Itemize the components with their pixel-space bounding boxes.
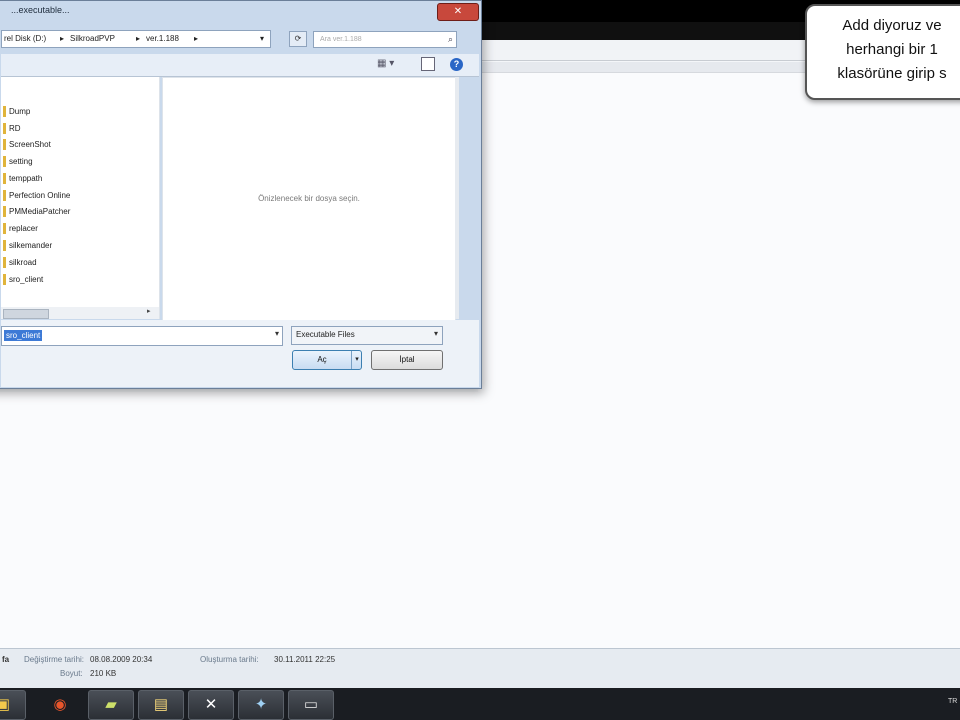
folder-icon [3,156,6,168]
open-button-label: Aç [317,355,327,364]
folder-icon [3,123,6,135]
nav-item-temppath[interactable]: temppath [3,172,42,186]
nav-item-perfection-online[interactable]: Perfection Online [3,189,70,203]
created-value: 30.11.2011 22:25 [274,655,336,664]
folder-icon [3,240,6,252]
window-icon: ▭ [303,696,319,713]
scroll-right-icon[interactable]: ▸ [147,307,151,315]
view-options-icon[interactable]: ▦ ▾ [377,58,394,69]
background-window-content-left [0,392,478,648]
tutorial-callout: Add diyoruz ve herhangi bir 1 klasörüne … [805,4,960,100]
taskbar-browser[interactable]: ◉ [37,690,83,720]
nav-item-silkemander[interactable]: silkemander [3,239,52,253]
explorer-icon: ▣ [0,696,11,713]
filename-value: sro_client [4,330,43,341]
folder-icon [3,106,6,118]
folder-icon [3,173,6,185]
filetype-value: Executable Files [296,330,355,339]
chevron-down-icon[interactable]: ▾ [275,329,279,338]
pdf-icon: ✕ [204,696,218,713]
nav-item-screenshot[interactable]: ScreenShot [3,138,51,152]
modified-label: Değiştirme tarihi: [24,655,85,664]
browser-icon: ◉ [53,696,67,713]
navigation-pane: Dump RD ScreenShot setting temppath Perf… [1,77,160,319]
folder-icon [3,139,6,151]
chevron-right-icon[interactable]: ▸ [60,31,64,47]
taskbar: ▣ ◉ ▰ ▤ ✕ ✦ ▭ TR [0,688,960,720]
command-bar: ▦ ▾ ? [1,54,479,77]
preview-pane-icon[interactable] [421,57,435,71]
callout-text: Add diyoruz ve herhangi bir 1 klasörüne … [837,17,947,82]
folder-icon: ▤ [153,696,169,713]
nav-item-replacer[interactable]: replacer [3,222,38,236]
breadcrumb-subfolder[interactable]: ver.1.188 [146,31,179,47]
chevron-right-icon[interactable]: ▸ [136,31,140,47]
open-file-dialog: ...executable... ✕ rel Disk (D:) ▸ Silkr… [0,0,482,389]
preview-pane: Önizlenecek bir dosya seçin. [162,77,456,321]
breadcrumb-folder[interactable]: SilkroadPVP [70,31,115,47]
nav-item-setting[interactable]: setting [3,155,33,169]
preview-message: Önizlenecek bir dosya seçin. [258,194,360,203]
refresh-icon: ⟳ [294,34,302,43]
nav-item-silkroad[interactable]: silkroad [3,256,37,270]
horizontal-scrollbar[interactable]: ▸ [1,307,159,319]
cancel-button[interactable]: İptal [371,350,443,370]
taskbar-explorer[interactable]: ▣ [0,690,26,720]
nav-item-dump[interactable]: Dump [3,105,30,119]
created-label: Oluşturma tarihi: [200,655,259,664]
background-window-content [478,73,960,648]
nav-item-pmmediapatcher[interactable]: PMMediaPatcher [3,205,70,219]
folder-icon [3,206,6,218]
size-label: Boyut: [60,669,83,678]
close-icon: ✕ [453,6,463,17]
folder-icon [3,223,6,235]
taskbar-window[interactable]: ▭ [288,690,334,720]
vertical-scrollbar[interactable] [455,77,459,319]
address-bar[interactable]: rel Disk (D:) ▸ SilkroadPVP ▸ ver.1.188 … [1,30,271,48]
chevron-down-icon[interactable]: ▾ [260,31,264,47]
search-input[interactable]: Ara ver.1.188 ⌕ [313,31,457,48]
refresh-button[interactable]: ⟳ [289,31,307,47]
taskbar-notes[interactable]: ▰ [88,690,134,720]
search-icon: ⌕ [447,34,453,44]
modified-value: 08.08.2009 20:34 [90,655,153,664]
taskbar-bird[interactable]: ✦ [238,690,284,720]
open-split-arrow-icon[interactable]: ▾ [351,351,362,369]
breadcrumb-drive[interactable]: rel Disk (D:) [4,31,46,47]
chevron-right-icon[interactable]: ▸ [194,31,198,47]
filename-input[interactable]: sro_client ▾ [1,326,283,346]
open-button[interactable]: Aç ▾ [292,350,362,370]
size-value: 210 KB [90,669,117,678]
notes-icon: ▰ [105,696,117,713]
folder-icon [3,190,6,202]
bird-icon: ✦ [254,696,268,713]
help-icon[interactable]: ? [450,58,463,71]
file-type-label: fa [2,655,10,664]
chevron-down-icon: ▾ [433,329,438,338]
folder-icon [3,274,6,286]
search-placeholder: Ara ver.1.188 [320,36,362,43]
taskbar-folder[interactable]: ▤ [138,690,184,720]
close-button[interactable]: ✕ [437,3,479,21]
folder-icon [3,257,6,269]
filetype-select[interactable]: Executable Files ▾ [291,326,443,345]
scrollbar-thumb[interactable] [3,309,49,319]
nav-item-rd[interactable]: RD [3,122,21,136]
dialog-title: ...executable... [11,5,70,15]
taskbar-clock[interactable]: TR [948,698,957,705]
taskbar-pdf[interactable]: ✕ [188,690,234,720]
nav-item-sro-client[interactable]: sro_client [3,273,43,287]
details-pane: fa Değiştirme tarihi: 08.08.2009 20:34 O… [0,648,960,689]
